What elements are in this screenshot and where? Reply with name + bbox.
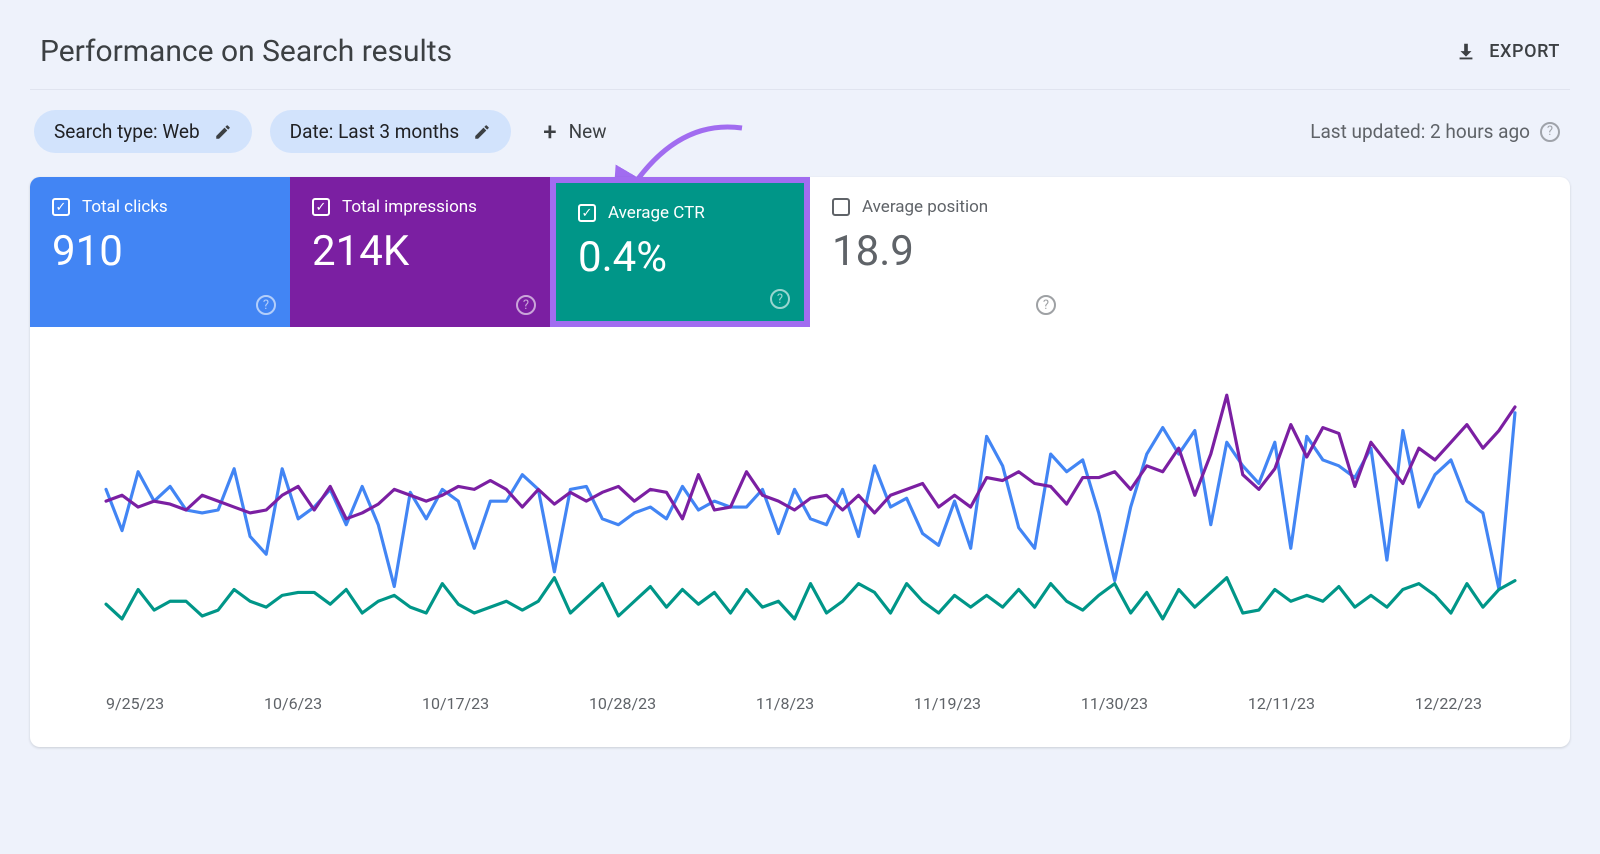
checkbox-unchecked-icon [832,198,850,216]
export-label: EXPORT [1489,41,1560,62]
ctr-tile[interactable]: Average CTR 0.4% ? [550,177,810,327]
checkbox-checked-icon [312,198,330,216]
help-icon[interactable]: ? [256,295,276,315]
clicks-tile[interactable]: Total clicks 910 ? [30,177,290,327]
x-tick: 12/11/23 [1248,694,1315,713]
x-tick: 11/8/23 [756,694,814,713]
add-filter-button[interactable]: + New [543,118,606,146]
x-tick: 10/28/23 [589,694,656,713]
checkbox-checked-icon [578,204,596,222]
page-title: Performance on Search results [40,34,452,69]
checkbox-checked-icon [52,198,70,216]
pencil-icon [473,123,491,141]
filter-date-range[interactable]: Date: Last 3 months [270,110,512,153]
clicks-label: Total clicks [82,197,168,217]
ctr-value: 0.4% [578,233,782,282]
x-tick: 12/22/23 [1415,694,1482,713]
x-tick: 10/17/23 [422,694,489,713]
chart: 9/25/23 10/6/23 10/17/23 10/28/23 11/8/23 11/… [30,327,1570,747]
x-tick: 9/25/23 [106,694,164,713]
position-value: 18.9 [832,227,1048,276]
impressions-tile[interactable]: Total impressions 214K ? [290,177,550,327]
help-icon[interactable]: ? [1540,122,1560,142]
help-icon[interactable]: ? [1036,295,1056,315]
x-tick: 10/6/23 [264,694,322,713]
impressions-label: Total impressions [342,197,477,217]
position-label: Average position [862,197,988,217]
download-icon [1455,41,1477,63]
filter-search-type[interactable]: Search type: Web [34,110,252,153]
x-axis-labels: 9/25/23 10/6/23 10/17/23 10/28/23 11/8/23 11/… [64,682,1536,713]
position-tile[interactable]: Average position 18.9 ? [810,177,1070,327]
performance-card: Total clicks 910 ? Total impressions 214… [30,177,1570,747]
filter-date-range-label: Date: Last 3 months [290,120,460,143]
x-tick: 11/30/23 [1081,694,1148,713]
plus-icon: + [543,118,556,146]
add-filter-label: New [569,120,607,143]
filter-search-type-label: Search type: Web [54,120,200,143]
line-chart [64,367,1536,682]
help-icon[interactable]: ? [770,289,790,309]
impressions-value: 214K [312,227,528,276]
last-updated-text: Last updated: 2 hours ago [1310,120,1530,143]
metric-tiles: Total clicks 910 ? Total impressions 214… [30,177,1570,327]
x-tick: 11/19/23 [914,694,981,713]
export-button[interactable]: EXPORT [1455,41,1560,63]
clicks-value: 910 [52,227,268,276]
last-updated: Last updated: 2 hours ago ? [1310,120,1560,143]
ctr-label: Average CTR [608,203,705,223]
help-icon[interactable]: ? [516,295,536,315]
pencil-icon [214,123,232,141]
